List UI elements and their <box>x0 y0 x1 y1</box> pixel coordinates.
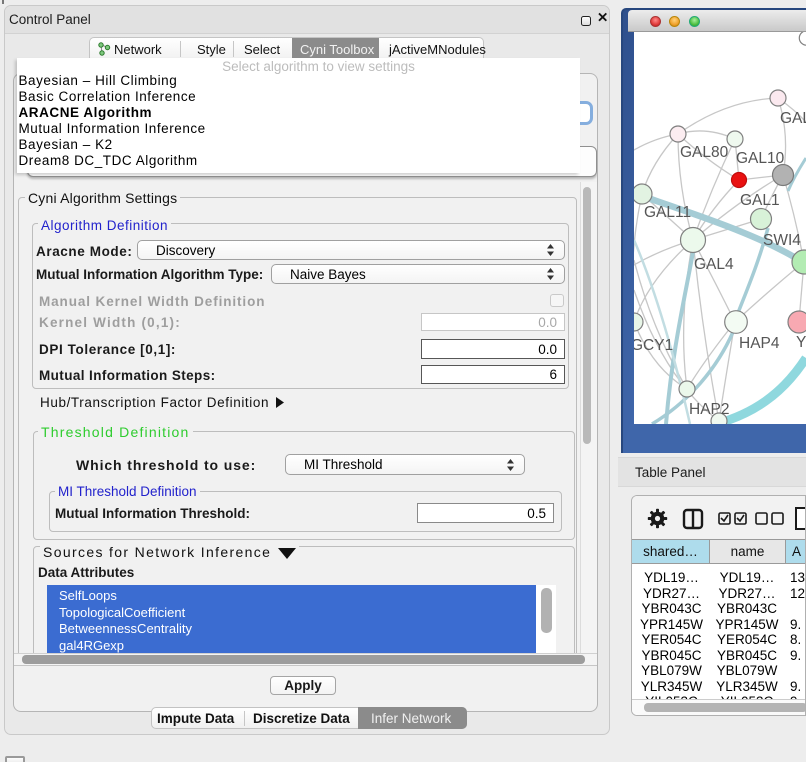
svg-text:GAL11: GAL11 <box>644 204 691 221</box>
svg-text:GAL1: GAL1 <box>740 192 780 209</box>
svg-text:Y: Y <box>796 334 806 351</box>
svg-text:GAL80: GAL80 <box>680 144 729 161</box>
svg-text:GAL4: GAL4 <box>694 256 734 273</box>
svg-text:GAL7: GAL7 <box>780 110 806 127</box>
svg-text:SWI4: SWI4 <box>763 232 801 249</box>
svg-text:GAL10: GAL10 <box>736 150 785 167</box>
svg-text:HAP4: HAP4 <box>739 335 780 352</box>
svg-text:HAP2: HAP2 <box>689 401 730 418</box>
svg-text:GCY1: GCY1 <box>634 337 673 354</box>
